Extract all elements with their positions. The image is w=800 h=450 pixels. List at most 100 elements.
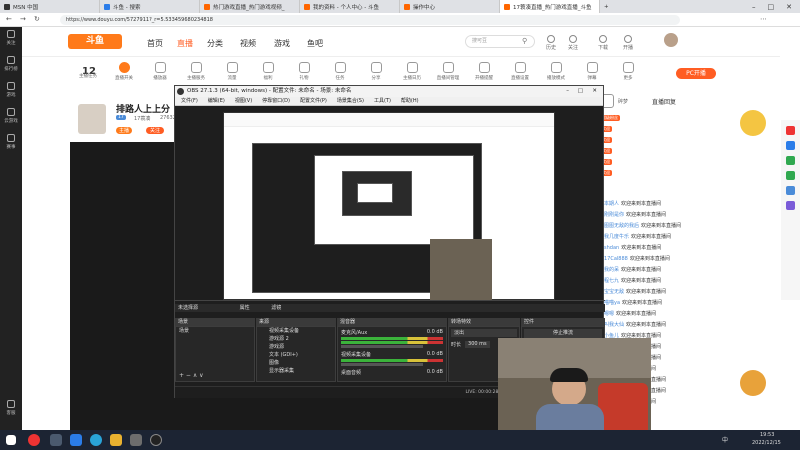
- chat-username[interactable]: 宝宝无敌: [604, 288, 624, 295]
- event-badge-icon[interactable]: [740, 110, 766, 136]
- douyu-logo[interactable]: 斗鱼: [68, 34, 122, 49]
- filters-button[interactable]: 滤镜: [271, 305, 281, 311]
- present-icon: [298, 62, 310, 73]
- close-icon[interactable]: ✕: [592, 86, 597, 97]
- back-icon[interactable]: ←: [6, 15, 12, 23]
- clock-time[interactable]: 19:53: [760, 432, 774, 438]
- search-icon[interactable]: ⚲: [522, 37, 527, 45]
- menu-item[interactable]: 视图(V): [235, 97, 252, 105]
- clock-date[interactable]: 2022/12/15: [752, 440, 781, 446]
- chat-username[interactable]: 17Cal888: [604, 256, 628, 262]
- menu-item[interactable]: 编辑(E): [208, 97, 225, 105]
- nav-game[interactable]: 游戏: [274, 38, 290, 49]
- scene-controls[interactable]: + − ∧ ∨: [179, 372, 204, 379]
- app-icon[interactable]: [786, 141, 795, 150]
- url-input[interactable]: https://www.douyu.com/5727911?_r=5.53345…: [60, 15, 680, 25]
- source-item[interactable]: 文本 (GDI+): [257, 351, 335, 359]
- chat-username[interactable]: 本期人: [604, 200, 619, 207]
- obs-icon[interactable]: [150, 434, 162, 446]
- stop-stream-button[interactable]: 停止推流: [524, 329, 602, 338]
- chat-username[interactable]: 叫我大仙: [604, 321, 624, 328]
- chat-username[interactable]: 喵喵ya: [604, 299, 620, 306]
- menu-item[interactable]: 配置文件(P): [300, 97, 327, 105]
- app-icon[interactable]: [786, 201, 795, 210]
- windows-start-icon[interactable]: [6, 435, 16, 445]
- app-icon[interactable]: [786, 171, 795, 180]
- menu-item[interactable]: 停靠窗口(D): [262, 97, 290, 105]
- input-language[interactable]: 中: [722, 435, 728, 444]
- chat-username[interactable]: 程七九: [604, 277, 619, 284]
- source-item[interactable]: 图像: [257, 359, 335, 367]
- volume-slider[interactable]: [341, 363, 423, 366]
- app-icon[interactable]: [786, 156, 795, 165]
- follow-button[interactable]: 关注: [146, 127, 165, 134]
- volume-slider[interactable]: [341, 345, 423, 348]
- nav-video[interactable]: 视频: [240, 38, 256, 49]
- scene-item[interactable]: 场景: [176, 327, 254, 335]
- sidebar-item-cloud[interactable]: 云游戏: [0, 105, 22, 131]
- edge-icon[interactable]: [90, 434, 102, 446]
- chat-username[interactable]: 刚刚是你: [604, 211, 624, 218]
- pc-live-button[interactable]: PC开播: [676, 68, 716, 79]
- follow-button[interactable]: 关注: [563, 35, 583, 51]
- history-button[interactable]: 历史: [541, 35, 561, 51]
- minimize-icon[interactable]: –: [566, 86, 569, 97]
- steam-icon[interactable]: [50, 434, 62, 446]
- browser-tab[interactable]: 操作中心: [400, 0, 500, 13]
- refresh-icon[interactable]: ↻: [34, 15, 40, 23]
- event-badge-icon[interactable]: [740, 370, 766, 396]
- anchor-avatar[interactable]: [78, 104, 106, 134]
- sidebar-item-events[interactable]: 赛事: [0, 131, 22, 157]
- close-icon[interactable]: ✕: [786, 3, 792, 11]
- menu-icon[interactable]: ⋯: [760, 15, 767, 23]
- nav-category[interactable]: 分类: [207, 38, 223, 49]
- toolbar-item[interactable]: 播放器: [142, 60, 178, 90]
- app-icon[interactable]: [786, 186, 795, 195]
- transition-select[interactable]: 淡出: [451, 329, 517, 337]
- app-icon[interactable]: [786, 126, 795, 135]
- toolbar-item[interactable]: 直播开关: [106, 60, 142, 90]
- duration-input[interactable]: 300 ms: [465, 341, 490, 348]
- menu-item[interactable]: 文件(F): [181, 97, 198, 105]
- properties-button[interactable]: 属性: [240, 305, 250, 311]
- chat-username[interactable]: 我的呆: [604, 266, 619, 273]
- nav-fishbar[interactable]: 鱼吧: [307, 38, 323, 49]
- sidebar-item-follow[interactable]: 关注: [0, 27, 22, 53]
- toolbar-item[interactable]: 主播任务: [70, 60, 106, 90]
- source-item[interactable]: 游戏源: [257, 343, 335, 351]
- chat-username[interactable]: 我几度牛乐: [604, 233, 629, 240]
- obs-preview[interactable]: [223, 112, 555, 301]
- menu-item[interactable]: 帮助(H): [401, 97, 419, 105]
- start-live-button[interactable]: 开播: [618, 35, 638, 51]
- download-button[interactable]: 下载: [593, 35, 613, 51]
- forward-icon[interactable]: →: [20, 15, 26, 23]
- new-tab-button[interactable]: +: [600, 0, 616, 13]
- sidebar-item-service[interactable]: 客服: [0, 397, 22, 423]
- source-item[interactable]: 视频采集设备: [257, 327, 335, 335]
- menu-item[interactable]: 场景集合(S): [337, 97, 364, 105]
- toolbar-item[interactable]: 更多: [610, 60, 646, 90]
- source-item[interactable]: 游戏源 2: [257, 335, 335, 343]
- maximize-icon[interactable]: □: [768, 3, 775, 11]
- maximize-icon[interactable]: □: [578, 86, 583, 97]
- browser-tab[interactable]: 斗鱼 - 搜索: [100, 0, 200, 13]
- app-icon[interactable]: [28, 434, 40, 446]
- menu-item[interactable]: 工具(T): [374, 97, 391, 105]
- browser-tab[interactable]: 热门游戏直播_热门游戏视频_: [200, 0, 300, 13]
- minimize-icon[interactable]: –: [752, 3, 756, 11]
- user-avatar[interactable]: [664, 33, 678, 47]
- browser-tab-active[interactable]: 17蓑凑直播_热门游戏直播_斗鱼: [500, 0, 600, 13]
- sidebar-item-games[interactable]: 游戏: [0, 79, 22, 105]
- app-icon[interactable]: [130, 434, 142, 446]
- browser-tab[interactable]: 我的资料 - 个人中心 - 斗鱼: [300, 0, 400, 13]
- sidebar-item-rank[interactable]: 排行榜: [0, 53, 22, 79]
- folder-icon[interactable]: [110, 434, 122, 446]
- chat-username[interactable]: 嗯嗯: [604, 310, 614, 317]
- browser-tab[interactable]: MSN 中国: [0, 0, 100, 13]
- nav-live[interactable]: 直播: [177, 38, 193, 49]
- chat-username[interactable]: shdan: [604, 245, 619, 251]
- nav-home[interactable]: 首页: [147, 38, 163, 49]
- app-icon[interactable]: [70, 434, 82, 446]
- source-item[interactable]: 显示器采集: [257, 367, 335, 375]
- chat-username[interactable]: 图图无敌的我后: [604, 222, 639, 229]
